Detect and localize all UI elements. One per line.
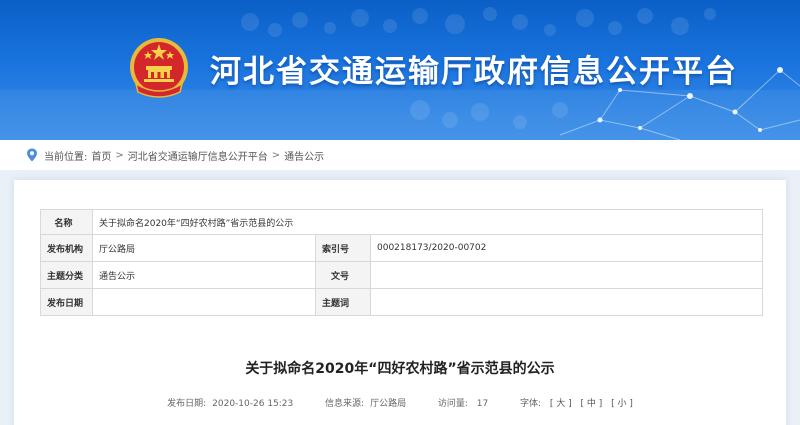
breadcrumb-notices[interactable]: 通告公示 — [284, 148, 324, 163]
document-meta-table: 名称 关于拟命名2020年“四好农村路”省示范县的公示 发布机构 厅公路局 索引… — [40, 209, 763, 316]
index-label: 索引号 — [315, 234, 371, 262]
article-meta-bar: 发布日期: 2020-10-26 15:23 信息来源: 厅公路局 访问量: 17 … — [14, 396, 786, 409]
table-row: 发布日期 主题词 — [40, 288, 763, 316]
font-size-label: 字体: — [519, 399, 541, 409]
source-label: 信息来源: — [325, 399, 365, 409]
font-large-button[interactable]: [ 大 ] — [550, 399, 572, 409]
publisher-label: 发布机构 — [40, 234, 93, 262]
table-row: 名称 关于拟命名2020年“四好农村路”省示范县的公示 — [40, 209, 763, 235]
source-value: 厅公路局 — [370, 399, 407, 409]
publish-date-label: 发布日期 — [40, 288, 93, 316]
category-label: 主题分类 — [40, 261, 93, 289]
breadcrumb-prefix: 当前位置: — [44, 151, 88, 163]
breadcrumb-separator: > — [271, 149, 281, 161]
publisher-value: 厅公路局 — [92, 234, 316, 262]
publish-date-value — [92, 288, 316, 316]
views-label: 访问量: — [437, 399, 468, 409]
location-pin-icon — [27, 148, 37, 162]
breadcrumb: 当前位置: 首页 > 河北省交通运输厅信息公开平台 > 通告公示 — [0, 140, 800, 170]
publish-date: 2020-10-26 15:23 — [212, 399, 294, 409]
table-row: 发布机构 厅公路局 索引号 000218173/2020-00702 — [40, 234, 763, 262]
category-value: 通告公示 — [92, 261, 316, 289]
breadcrumb-home[interactable]: 首页 — [91, 148, 111, 163]
keywords-label: 主题词 — [315, 288, 371, 316]
name-label: 名称 — [40, 209, 93, 235]
index-value: 000218173/2020-00702 — [370, 234, 763, 262]
national-emblem-icon — [130, 38, 188, 98]
table-row: 主题分类 通告公示 文号 — [40, 261, 763, 289]
doc-number-label: 文号 — [315, 261, 371, 289]
publish-date-label: 发布日期: — [167, 399, 207, 409]
name-value: 关于拟命名2020年“四好农村路”省示范县的公示 — [92, 209, 763, 235]
header-banner: 河北省交通运输厅政府信息公开平台 — [0, 0, 800, 140]
views-count: 17 — [476, 399, 489, 409]
article-title: 关于拟命名2020年“四好农村路”省示范县的公示 — [245, 361, 555, 377]
breadcrumb-separator: > — [115, 149, 124, 161]
font-small-button[interactable]: [ 小 ] — [611, 399, 633, 409]
font-medium-button[interactable]: [ 中 ] — [581, 399, 603, 409]
breadcrumb-platform[interactable]: 河北省交通运输厅信息公开平台 — [128, 148, 268, 163]
content-card: 名称 关于拟命名2020年“四好农村路”省示范县的公示 发布机构 厅公路局 索引… — [14, 180, 786, 425]
doc-number-value — [370, 261, 763, 289]
keywords-value — [370, 288, 763, 316]
site-title: 河北省交通运输厅政府信息公开平台 — [210, 54, 738, 90]
